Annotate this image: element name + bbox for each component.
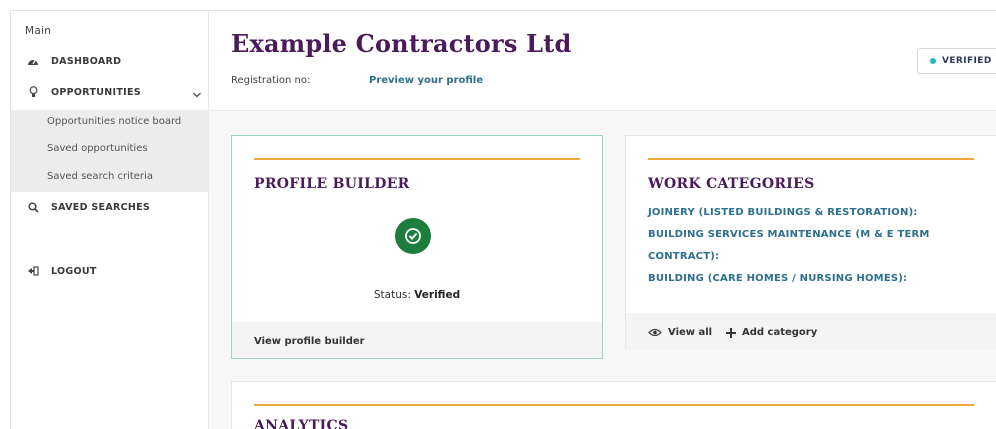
- profile-builder-card: PROFILE BUILDER Status: Verified View pr…: [231, 135, 603, 359]
- main-content: Example Contractors Ltd Registration no:…: [209, 11, 996, 429]
- submenu-item-notice-board[interactable]: Opportunities notice board: [47, 116, 181, 127]
- submenu-item-saved-opportunities[interactable]: Saved opportunities: [47, 143, 148, 154]
- sidebar-item-label: DASHBOARD: [51, 55, 122, 67]
- dashboard-icon: [25, 56, 41, 66]
- plus-icon: [726, 327, 736, 338]
- sidebar-item-logout[interactable]: LOGOUT: [25, 261, 97, 281]
- card-divider: [254, 158, 580, 160]
- work-categories-card: WORK CATEGORIES JOINERY (LISTED BUILDING…: [625, 135, 996, 350]
- view-all-label: View all: [668, 327, 713, 338]
- sidebar-item-dashboard[interactable]: DASHBOARD: [25, 51, 121, 71]
- sidebar-heading: Main: [25, 25, 52, 37]
- category-link-building-services-cont[interactable]: CONTRACT):: [648, 251, 719, 262]
- sidebar: Main DASHBOARD OPPORTUNITIES Opportuniti…: [11, 11, 209, 429]
- status-label: Status:: [373, 289, 411, 301]
- status-dot-icon: [930, 58, 936, 64]
- sidebar-item-label: OPPORTUNITIES: [51, 86, 141, 98]
- work-categories-title: WORK CATEGORIES: [648, 176, 815, 192]
- opportunities-submenu: Opportunities notice board Saved opportu…: [11, 110, 209, 192]
- add-category-label: Add category: [742, 327, 818, 338]
- check-circle-icon: [395, 218, 431, 254]
- card-divider: [254, 404, 974, 406]
- add-category-button[interactable]: Add category: [726, 327, 817, 338]
- work-card-footer: View all Add category: [626, 313, 996, 350]
- card-divider: [648, 158, 974, 160]
- category-link-joinery[interactable]: JOINERY (LISTED BUILDINGS & RESTORATION)…: [648, 207, 918, 218]
- view-all-button[interactable]: View all: [648, 327, 712, 338]
- sidebar-item-label: LOGOUT: [51, 265, 97, 277]
- chevron-down-icon[interactable]: [192, 90, 202, 100]
- registration-label: Registration no:: [231, 75, 311, 86]
- status-value: Verified: [414, 289, 461, 301]
- logout-icon: [25, 266, 41, 276]
- preview-profile-link[interactable]: Preview your profile: [369, 75, 483, 86]
- search-icon: [25, 201, 41, 213]
- view-profile-builder-link[interactable]: View profile builder: [254, 336, 365, 347]
- eye-icon: [648, 328, 662, 337]
- category-link-building-services[interactable]: BUILDING SERVICES MAINTENANCE (M & E TER…: [648, 229, 930, 240]
- sidebar-item-label: SAVED SEARCHES: [51, 201, 151, 213]
- sidebar-item-opportunities[interactable]: OPPORTUNITIES: [25, 82, 141, 102]
- category-link-care-homes[interactable]: BUILDING (CARE HOMES / NURSING HOMES):: [648, 273, 907, 284]
- status-badge: VERIFIED: [917, 48, 996, 74]
- status-badge-label: VERIFIED: [942, 56, 992, 66]
- submenu-item-saved-search-criteria[interactable]: Saved search criteria: [47, 171, 153, 182]
- lightbulb-icon: [25, 86, 41, 98]
- profile-status: Status: Verified: [232, 289, 602, 301]
- profile-card-footer: View profile builder: [232, 322, 602, 358]
- page-header: Example Contractors Ltd Registration no:…: [209, 11, 996, 111]
- app-frame: Main DASHBOARD OPPORTUNITIES Opportuniti…: [10, 10, 996, 429]
- page-title: Example Contractors Ltd: [231, 29, 572, 58]
- profile-builder-title: PROFILE BUILDER: [254, 176, 410, 192]
- analytics-card: ANALYTICS: [231, 381, 996, 429]
- analytics-title: ANALYTICS: [254, 418, 349, 429]
- sidebar-item-saved-searches[interactable]: SAVED SEARCHES: [25, 197, 150, 217]
